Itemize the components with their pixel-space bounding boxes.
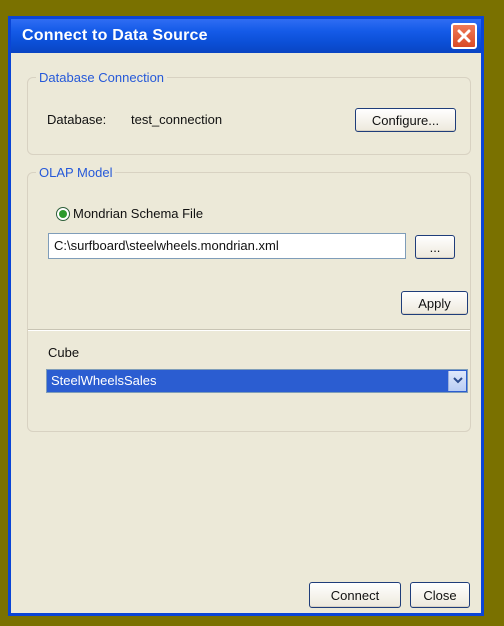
close-icon bbox=[457, 29, 471, 43]
database-connection-legend: Database Connection bbox=[36, 70, 168, 85]
window-title: Connect to Data Source bbox=[22, 27, 208, 44]
database-connection-group: Database Connection Database: test_conne… bbox=[27, 70, 471, 155]
apply-button[interactable]: Apply bbox=[401, 291, 468, 315]
mondrian-schema-radio[interactable] bbox=[56, 207, 70, 221]
cube-dropdown-arrow[interactable] bbox=[448, 371, 466, 391]
radio-selected-icon bbox=[59, 210, 67, 218]
close-button[interactable]: Close bbox=[410, 582, 470, 608]
cube-label: Cube bbox=[48, 345, 80, 360]
configure-button[interactable]: Configure... bbox=[355, 108, 456, 132]
olap-separator bbox=[28, 329, 470, 331]
connect-button[interactable]: Connect bbox=[309, 582, 401, 608]
browse-button[interactable]: ... bbox=[415, 235, 455, 259]
cube-dropdown[interactable]: SteelWheelsSales bbox=[46, 369, 468, 393]
title-bar[interactable]: Connect to Data Source bbox=[11, 19, 481, 53]
mondrian-schema-label[interactable]: Mondrian Schema File bbox=[73, 206, 203, 222]
connect-dialog: Connect to Data Source Database Connecti… bbox=[8, 16, 484, 616]
olap-model-group: OLAP Model Mondrian Schema File C:\surfb… bbox=[27, 165, 471, 432]
chevron-down-icon bbox=[453, 377, 463, 384]
olap-model-legend: OLAP Model bbox=[36, 165, 116, 180]
close-window-button[interactable] bbox=[451, 23, 477, 49]
schema-file-path-input[interactable]: C:\surfboard\steelwheels.mondrian.xml bbox=[48, 233, 406, 259]
cube-selected-value: SteelWheelsSales bbox=[51, 373, 157, 388]
database-label: Database: bbox=[47, 112, 107, 127]
database-value: test_connection bbox=[131, 112, 223, 127]
